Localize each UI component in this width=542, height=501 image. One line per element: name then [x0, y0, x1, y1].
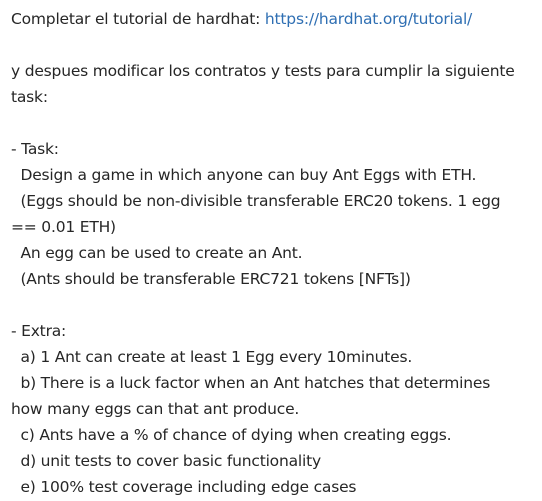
extra-line-a: a) 1 Ant can create at least 1 Egg every…: [11, 348, 413, 366]
extra-line-d: d) unit tests to cover basic functionali…: [11, 452, 321, 470]
intro-line: Completar el tutorial de hardhat: https:…: [11, 6, 537, 32]
task-heading: - Task:: [11, 140, 59, 158]
extra-heading: - Extra:: [11, 322, 67, 340]
tutorial-link[interactable]: https://hardhat.org/tutorial/: [265, 10, 472, 28]
task-line-4: An egg can be used to create an Ant.: [11, 244, 303, 262]
task-line-2: (Eggs should be non-divisible transferab…: [11, 192, 501, 210]
instruction-line-2: task:: [11, 88, 48, 106]
extra-line-b-cont: how many eggs can that ant produce.: [11, 400, 300, 418]
extra-line-e: e) 100% test coverage including edge cas…: [11, 478, 357, 496]
task-line-5: (Ants should be transferable ERC721 toke…: [11, 270, 411, 288]
extra-line-b: b) There is a luck factor when an Ant ha…: [11, 374, 491, 392]
instruction-line-1: y despues modificar los contratos y test…: [11, 62, 515, 80]
intro-text: Completar el tutorial de hardhat:: [11, 10, 265, 28]
extra-line-c: c) Ants have a % of chance of dying when…: [11, 426, 452, 444]
task-line-1: Design a game in which anyone can buy An…: [11, 166, 477, 184]
task-line-3: == 0.01 ETH): [11, 218, 116, 236]
message-body: Completar el tutorial de hardhat: https:…: [11, 6, 537, 500]
